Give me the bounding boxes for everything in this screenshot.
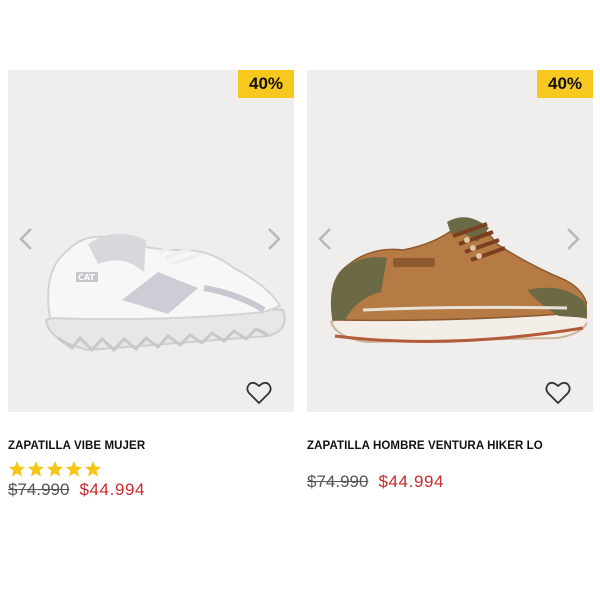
star-icon <box>84 461 102 477</box>
original-price: $74.990 <box>8 480 70 499</box>
product-card[interactable]: 40% CAT ZAPATILLA VIBE MUJER $74.990 $44… <box>8 70 294 500</box>
price-row: $74.990 $44.994 <box>307 472 593 492</box>
sale-price: $44.994 <box>378 472 445 491</box>
heart-icon[interactable] <box>545 380 571 406</box>
star-icon <box>46 461 64 477</box>
product-image-area[interactable]: 40% CAT <box>8 70 294 412</box>
rating-stars <box>8 460 294 478</box>
product-image-white-sneaker[interactable]: CAT <box>28 210 288 360</box>
sale-price: $44.994 <box>79 480 146 499</box>
product-image-brown-sneaker[interactable] <box>327 210 587 360</box>
price-row: $74.990 $44.994 <box>8 480 294 500</box>
star-icon <box>8 461 26 477</box>
original-price: $74.990 <box>307 472 369 491</box>
product-title[interactable]: ZAPATILLA VIBE MUJER <box>8 440 294 452</box>
chevron-left-icon[interactable] <box>317 227 333 251</box>
star-icon <box>27 461 45 477</box>
star-icon <box>65 461 83 477</box>
chevron-right-icon[interactable] <box>266 227 282 251</box>
chevron-left-icon[interactable] <box>18 227 34 251</box>
product-title[interactable]: ZAPATILLA HOMBRE VENTURA HIKER LO <box>307 440 593 452</box>
product-card[interactable]: 40% ZAPATILLA HOMBRE VENTURA HIKER LO $7… <box>307 70 593 492</box>
heart-icon[interactable] <box>246 380 272 406</box>
svg-text:CAT: CAT <box>78 273 95 282</box>
discount-badge: 40% <box>238 70 294 98</box>
chevron-right-icon[interactable] <box>565 227 581 251</box>
discount-badge: 40% <box>537 70 593 98</box>
product-image-area[interactable]: 40% <box>307 70 593 412</box>
